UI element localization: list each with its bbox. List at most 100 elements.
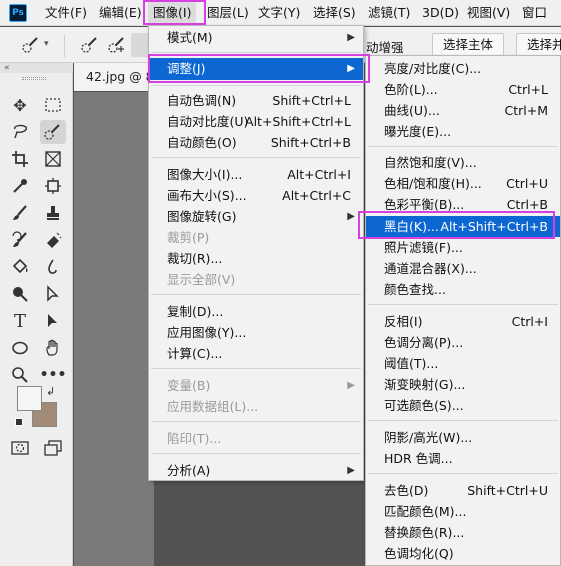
select-and-mask-button[interactable]: 选择并: [516, 33, 561, 57]
add-to-selection-icon[interactable]: [104, 33, 130, 57]
type-tool-icon[interactable]: T: [7, 309, 33, 333]
separator: [151, 368, 361, 369]
menu-item-calculations[interactable]: 计算(C)...: [149, 343, 363, 364]
menu-item-mode[interactable]: 模式(M) ▶: [149, 27, 363, 48]
menu-item-hue-saturation[interactable]: 色相/饱和度(H)... Ctrl+U: [366, 173, 560, 194]
menu-select[interactable]: 选择(S): [313, 0, 356, 26]
separator: [151, 453, 361, 454]
swap-colors-icon[interactable]: ↲: [46, 385, 55, 398]
move-tool-icon[interactable]: ✥: [7, 93, 33, 117]
path-selection-tool-icon[interactable]: [40, 282, 66, 306]
menu-window[interactable]: 窗口: [522, 0, 547, 26]
menu-item-auto-tone[interactable]: 自动色调(N) Shift+Ctrl+L: [149, 90, 363, 111]
screen-mode-icon[interactable]: [40, 436, 66, 460]
menu-view[interactable]: 视图(V): [467, 0, 510, 26]
drag-handle[interactable]: [22, 77, 46, 80]
image-menu: 模式(M) ▶ 调整(J) ▶ 自动色调(N) Shift+Ctrl+L 自动对比度(…: [148, 25, 364, 481]
menu-item-color-lookup[interactable]: 颜色查找...: [366, 279, 560, 300]
select-subject-button[interactable]: 选择主体: [432, 33, 505, 57]
frame-tool-icon[interactable]: [40, 147, 66, 171]
menu-item-levels[interactable]: 色阶(L)... Ctrl+L: [366, 79, 560, 100]
menu-item-canvas-size[interactable]: 画布大小(S)... Alt+Ctrl+C: [149, 185, 363, 206]
menu-item-threshold[interactable]: 阈值(T)...: [366, 353, 560, 374]
menu-item-apply-image[interactable]: 应用图像(Y)...: [149, 322, 363, 343]
frame-select-tool-icon[interactable]: [40, 174, 66, 198]
separator: [151, 157, 361, 158]
eyedropper-tool-icon[interactable]: [7, 174, 33, 198]
menu-item-trim[interactable]: 裁切(R)...: [149, 248, 363, 269]
menu-item-brightness-contrast[interactable]: 亮度/对比度(C)...: [366, 58, 560, 79]
menu-item-vibrance[interactable]: 自然饱和度(V)...: [366, 152, 560, 173]
divider: [64, 35, 65, 57]
menu-item-curves[interactable]: 曲线(U)... Ctrl+M: [366, 100, 560, 121]
marquee-tool-icon[interactable]: [40, 93, 66, 117]
menu-item-invert[interactable]: 反相(I) Ctrl+I: [366, 311, 560, 332]
submenu-arrow-icon: ▶: [347, 32, 355, 43]
submenu-arrow-icon: ▶: [347, 380, 355, 391]
menu-edit[interactable]: 编辑(E): [99, 0, 142, 26]
menu-item-gradient-map[interactable]: 渐变映射(G)...: [366, 374, 560, 395]
ellipse-tool-icon[interactable]: [7, 336, 33, 360]
menu-item-analysis[interactable]: 分析(A) ▶: [149, 460, 363, 481]
menu-3d[interactable]: 3D(D): [422, 0, 459, 26]
chevron-down-icon[interactable]: ▾: [44, 39, 49, 49]
menu-item-desaturate[interactable]: 去色(D) Shift+Ctrl+U: [366, 480, 560, 501]
dodge-tool-icon[interactable]: [7, 282, 33, 306]
menu-item-trap: 陷印(T)...: [167, 431, 222, 446]
menu-item-selective-color[interactable]: 可选颜色(S)...: [366, 395, 560, 416]
crop-tool-icon[interactable]: [7, 147, 33, 171]
separator: [151, 421, 361, 422]
menu-item-auto-color[interactable]: 自动颜色(O) Shift+Ctrl+B: [149, 132, 363, 153]
zoom-tool-icon[interactable]: [7, 363, 33, 387]
quick-selection-preset-icon[interactable]: [18, 33, 44, 57]
toolbox: « ✥ T ••• ↲: [0, 63, 73, 566]
menu-file[interactable]: 文件(F): [45, 0, 87, 26]
foreground-color-swatch[interactable]: [17, 386, 42, 411]
canvas-area[interactable]: [74, 92, 154, 566]
menu-item-shadows-highlights[interactable]: 阴影/高光(W)...: [366, 427, 560, 448]
menu-item-posterize[interactable]: 色调分离(P)...: [366, 332, 560, 353]
menu-item-auto-contrast[interactable]: 自动对比度(U) Alt+Shift+Ctrl+L: [149, 111, 363, 132]
menu-bar: Ps 文件(F) 编辑(E) 图像(I) 图层(L) 文字(Y) 选择(S) 滤…: [0, 0, 561, 26]
annotation-box-adjustments: [148, 54, 370, 83]
menu-item-match-color[interactable]: 匹配颜色(M)...: [366, 501, 560, 522]
clone-stamp-tool-icon[interactable]: [40, 201, 66, 225]
lasso-tool-icon[interactable]: [7, 120, 33, 144]
menu-item-image-size[interactable]: 图像大小(I)... Alt+Ctrl+I: [149, 164, 363, 185]
menu-item-apply-data-set: 应用数据组(L)...: [167, 399, 259, 414]
separator: [368, 304, 558, 305]
quick-mask-icon[interactable]: [7, 436, 33, 460]
document-tab[interactable]: 42.jpg @ 8: [74, 63, 154, 91]
default-colors-icon[interactable]: [15, 418, 23, 426]
menu-item-exposure[interactable]: 曝光度(E)...: [366, 121, 560, 142]
menu-item-variables: 变量(B) ▶: [149, 375, 363, 396]
history-brush-tool-icon[interactable]: [7, 228, 33, 252]
separator: [368, 473, 558, 474]
direct-selection-tool-icon[interactable]: [40, 309, 66, 333]
collapse-panel-icon[interactable]: «: [0, 63, 73, 73]
menu-item-channel-mixer[interactable]: 通道混合器(X)...: [366, 258, 560, 279]
brush-tool-icon[interactable]: [7, 201, 33, 225]
paint-bucket-tool-icon[interactable]: [7, 255, 33, 279]
menu-item-reveal-all: 显示全部(V): [167, 272, 236, 287]
quick-selection-tool-icon[interactable]: [40, 120, 66, 144]
menu-item-duplicate[interactable]: 复制(D)...: [149, 301, 363, 322]
menu-type[interactable]: 文字(Y): [258, 0, 300, 26]
menu-item-equalize[interactable]: 色调均化(Q): [366, 543, 560, 564]
hand-tool-icon[interactable]: [40, 336, 66, 360]
separator: [151, 52, 361, 53]
submenu-arrow-icon: ▶: [347, 211, 355, 222]
blur-tool-icon[interactable]: [40, 255, 66, 279]
menu-item-replace-color[interactable]: 替换颜色(R)...: [366, 522, 560, 543]
annotation-box-image-menu: [143, 0, 206, 25]
menu-item-photo-filter[interactable]: 照片滤镜(F)...: [366, 237, 560, 258]
menu-item-crop: 裁剪(P): [167, 230, 210, 245]
eraser-tool-icon[interactable]: [40, 228, 66, 252]
menu-filter[interactable]: 滤镜(T): [368, 0, 410, 26]
new-selection-icon[interactable]: [77, 33, 103, 57]
photoshop-logo[interactable]: Ps: [9, 4, 27, 22]
menu-item-image-rotation[interactable]: 图像旋转(G) ▶: [149, 206, 363, 227]
menu-layer[interactable]: 图层(L): [207, 0, 249, 26]
more-tools-icon[interactable]: •••: [40, 363, 67, 387]
menu-item-hdr-toning[interactable]: HDR 色调...: [366, 448, 560, 469]
